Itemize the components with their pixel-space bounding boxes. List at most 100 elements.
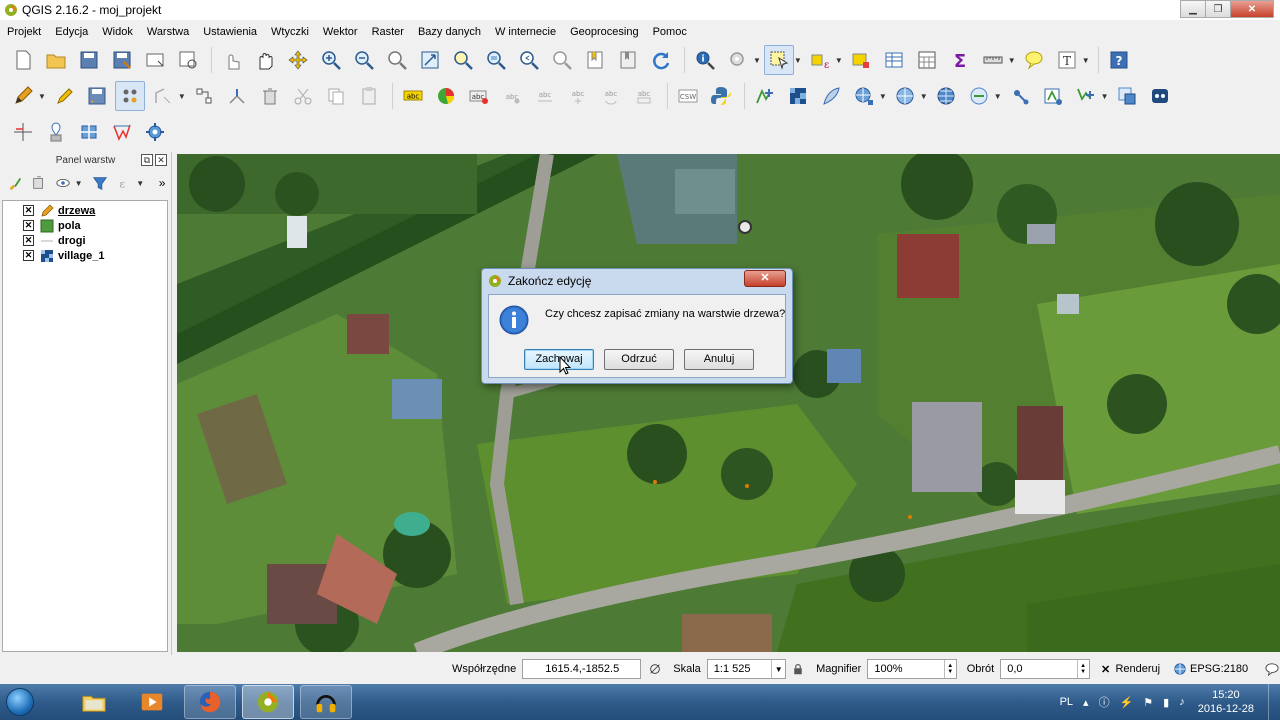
layer-item-drzewa[interactable]: ✕ drzewa xyxy=(3,203,167,218)
chevron-down-icon[interactable]: ▼ xyxy=(879,92,887,101)
help-circle-icon[interactable]: ⓘ xyxy=(1099,694,1110,710)
touch-zoom-button[interactable] xyxy=(217,45,247,75)
menu-wektor[interactable]: Wektor xyxy=(316,26,365,38)
paste-features-button[interactable] xyxy=(354,81,384,111)
chevron-down-icon[interactable]: ▼ xyxy=(75,179,83,188)
add-delimited-text-button[interactable] xyxy=(1005,81,1035,111)
chevron-down-icon[interactable]: ▼ xyxy=(136,179,144,188)
spin-arrows-icon[interactable]: ▲ ▼ xyxy=(943,660,956,678)
pan-map-button[interactable] xyxy=(250,45,280,75)
filter-legend-button[interactable] xyxy=(92,173,110,193)
refresh-button[interactable] xyxy=(646,45,676,75)
minimize-button[interactable]: ▁ xyxy=(1180,0,1206,18)
zoom-next-button[interactable] xyxy=(547,45,577,75)
add-raster-layer-button[interactable] xyxy=(783,81,813,111)
crs-button[interactable] xyxy=(1172,661,1188,677)
menu-bazy-danych[interactable]: Bazy danych xyxy=(411,26,488,38)
select-features-button[interactable] xyxy=(763,45,794,75)
map-tips-button[interactable] xyxy=(1019,45,1049,75)
render-checkbox[interactable]: ✕ xyxy=(1098,661,1114,677)
menu-geoprocesing[interactable]: Geoprocesing xyxy=(563,26,646,38)
menu-projekt[interactable]: Projekt xyxy=(0,26,48,38)
run-feature-action-button[interactable] xyxy=(723,45,753,75)
layer-item-pola[interactable]: ✕ pola xyxy=(3,218,167,233)
filter-by-expression-button[interactable]: ε xyxy=(115,173,133,193)
field-calculator-button[interactable] xyxy=(912,45,942,75)
scale-combo[interactable]: 1:1 525 ▼ xyxy=(706,659,787,679)
manage-visibility-button[interactable] xyxy=(54,173,72,193)
zoom-full-button[interactable] xyxy=(415,45,445,75)
add-postgis-button[interactable] xyxy=(1038,81,1068,111)
new-print-composer-button[interactable] xyxy=(140,45,170,75)
rotate-label-button[interactable]: abc xyxy=(596,81,626,111)
signal-icon[interactable]: ▮ xyxy=(1163,696,1169,709)
start-button[interactable] xyxy=(0,684,40,720)
layer-visibility-checkbox[interactable]: ✕ xyxy=(23,250,34,261)
gps-info-button[interactable] xyxy=(41,117,71,147)
show-hide-labels-button[interactable]: abc xyxy=(530,81,560,111)
close-window-button[interactable]: ✕ xyxy=(1230,0,1274,18)
open-project-button[interactable] xyxy=(41,45,71,75)
zoom-out-button[interactable] xyxy=(349,45,379,75)
move-feature-button[interactable] xyxy=(148,81,178,111)
show-bookmarks-button[interactable] xyxy=(613,45,643,75)
lock-scale-button[interactable] xyxy=(790,661,806,677)
add-virtual-layer-button[interactable] xyxy=(964,81,994,111)
menu-w-internecie[interactable]: W internecie xyxy=(488,26,563,38)
zoom-last-button[interactable] xyxy=(514,45,544,75)
crs-label[interactable]: EPSG:2180 xyxy=(1190,663,1248,675)
deselect-all-button[interactable] xyxy=(846,45,876,75)
zoom-to-selection-button[interactable] xyxy=(448,45,478,75)
open-attribute-table-button[interactable] xyxy=(879,45,909,75)
add-group-button[interactable] xyxy=(30,173,48,193)
taskbar-qgis[interactable] xyxy=(242,685,294,719)
toggle-extents-button[interactable] xyxy=(647,661,663,677)
layer-styling-button[interactable] xyxy=(6,173,24,193)
text-annotation-button[interactable]: T xyxy=(1052,45,1082,75)
discard-button[interactable]: Odrzuć xyxy=(604,349,674,370)
add-point-feature-button[interactable] xyxy=(114,81,145,111)
layer-visibility-checkbox[interactable]: ✕ xyxy=(23,235,34,246)
close-panel-button[interactable]: ✕ xyxy=(155,154,167,166)
add-spatialite-button[interactable] xyxy=(816,81,846,111)
layer-visibility-checkbox[interactable]: ✕ xyxy=(23,205,34,216)
spin-arrows-icon[interactable]: ▲ ▼ xyxy=(1076,660,1089,678)
layer-item-drogi[interactable]: ✕ drogi xyxy=(3,233,167,248)
topology-checker-button[interactable] xyxy=(107,117,137,147)
menu-wtyczki[interactable]: Wtyczki xyxy=(264,26,316,38)
copy-features-button[interactable] xyxy=(321,81,351,111)
add-oracle-button[interactable] xyxy=(1112,81,1142,111)
highlight-pinned-labels-button[interactable]: abc xyxy=(464,81,494,111)
show-desktop-button[interactable] xyxy=(1268,684,1280,720)
save-layer-edits-button[interactable] xyxy=(82,81,112,111)
cancel-button[interactable]: Anuluj xyxy=(684,349,754,370)
taskbar-explorer[interactable] xyxy=(68,685,120,719)
current-edits-button[interactable] xyxy=(8,81,38,111)
menu-edycja[interactable]: Edycja xyxy=(48,26,95,38)
chevron-up-icon[interactable]: ▴ xyxy=(1083,696,1089,709)
volume-icon[interactable]: ♪ xyxy=(1179,696,1185,708)
magnifier-spinbox[interactable]: 100% ▲ ▼ xyxy=(867,659,957,679)
split-parts-button[interactable] xyxy=(222,81,252,111)
dialog-close-button[interactable]: ✕ xyxy=(744,270,786,287)
chevron-down-icon[interactable]: ▼ xyxy=(1082,56,1090,65)
advanced-digitizing-button[interactable] xyxy=(8,117,38,147)
save-as-button[interactable] xyxy=(107,45,137,75)
add-wcs-layer-button[interactable] xyxy=(890,81,920,111)
taskbar-firefox[interactable] xyxy=(184,685,236,719)
zoom-in-button[interactable] xyxy=(316,45,346,75)
taskbar-media-player[interactable] xyxy=(126,685,178,719)
chevron-down-icon[interactable]: ▼ xyxy=(920,92,928,101)
zoom-to-layer-button[interactable] xyxy=(481,45,511,75)
layer-tree[interactable]: ✕ drzewa ✕ pola ✕ drogi ✕ village_1 xyxy=(2,200,168,652)
identify-features-button[interactable]: i xyxy=(690,45,720,75)
python-console-button[interactable] xyxy=(706,81,736,111)
composer-manager-button[interactable] xyxy=(173,45,203,75)
add-wms-layer-button[interactable] xyxy=(849,81,879,111)
chevron-down-icon[interactable]: ▼ xyxy=(794,56,802,65)
chevron-down-icon[interactable]: ▼ xyxy=(1101,92,1109,101)
pan-to-selection-button[interactable] xyxy=(283,45,313,75)
menu-raster[interactable]: Raster xyxy=(365,26,411,38)
float-panel-button[interactable]: ⧉ xyxy=(141,154,153,166)
statistical-summary-button[interactable]: Σ xyxy=(945,45,975,75)
